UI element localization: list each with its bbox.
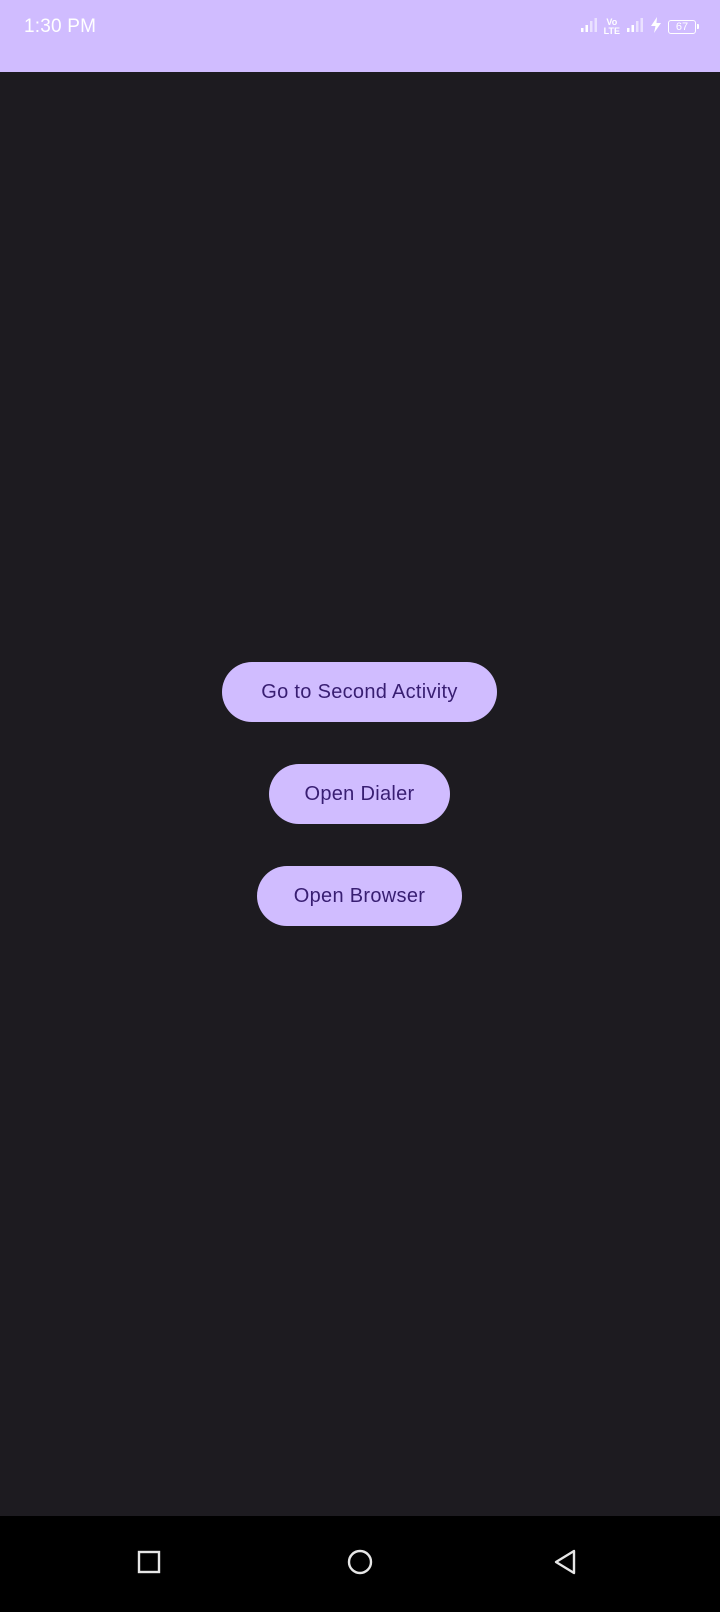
status-icons: Vo LTE 67 [580, 16, 699, 38]
battery-icon: 67 [668, 20, 699, 34]
back-triangle-icon [553, 1549, 577, 1580]
status-bar: 1:30 PM Vo LTE 67 [0, 0, 720, 72]
open-dialer-button[interactable]: Open Dialer [269, 764, 450, 824]
volte-icon: Vo LTE [604, 18, 620, 36]
back-button[interactable] [541, 1540, 589, 1588]
signal-icon [626, 17, 644, 38]
recents-button[interactable] [125, 1540, 173, 1588]
battery-level: 67 [675, 20, 689, 33]
volte-bottom: LTE [603, 26, 620, 36]
home-button[interactable] [336, 1540, 384, 1588]
recents-square-icon [137, 1550, 161, 1579]
home-circle-icon [347, 1549, 373, 1580]
navigation-bar [0, 1516, 720, 1612]
go-to-second-activity-button[interactable]: Go to Second Activity [222, 662, 497, 722]
open-browser-button[interactable]: Open Browser [257, 866, 462, 926]
charging-icon [650, 16, 662, 38]
status-time: 1:30 PM [24, 16, 97, 37]
main-content: Go to Second Activity Open Dialer Open B… [0, 72, 720, 1516]
signal-icon [580, 17, 598, 38]
